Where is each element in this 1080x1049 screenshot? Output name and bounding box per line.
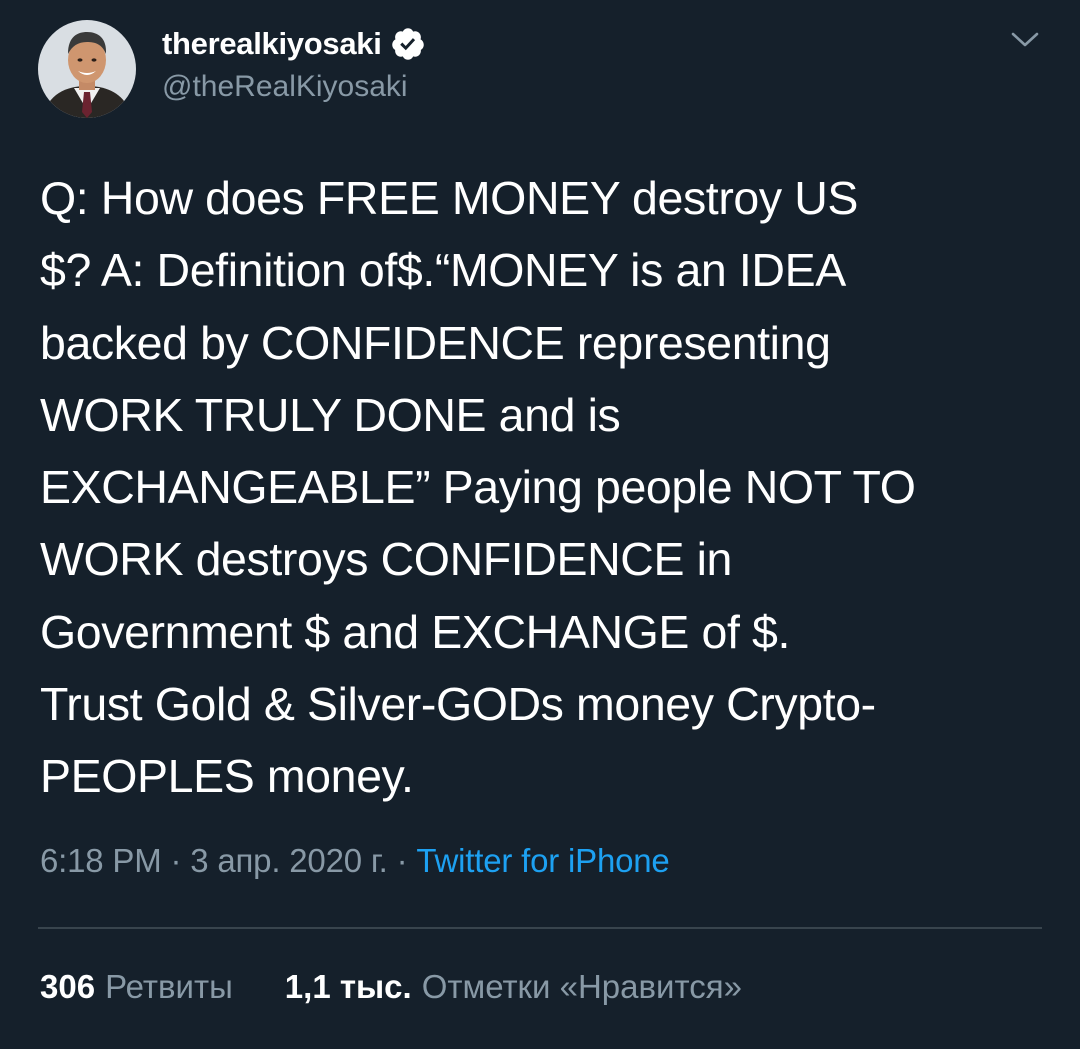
tweet-text-line: $? A: Definition of$.“MONEY is an IDEA [40, 244, 846, 297]
meta-separator: · [387, 842, 417, 879]
tweet-source-link[interactable]: Twitter for iPhone [416, 842, 669, 879]
author-info[interactable]: therealkiyosaki @theRealKiyosaki [162, 22, 426, 104]
likes-label: Отметки «Нравится» [421, 968, 742, 1005]
retweets-count: 306 [40, 968, 96, 1005]
avatar[interactable] [38, 20, 136, 118]
tweet-text: Q: How does FREE MONEY destroy US $? A: … [40, 162, 1050, 813]
tweet-card: therealkiyosaki @theRealKiyosaki Q: How … [0, 0, 1080, 1049]
tweet-text-line: backed by CONFIDENCE representing [40, 316, 831, 369]
tweet-text-line: Trust Gold & Silver-GODs money Crypto- [40, 678, 876, 731]
display-name[interactable]: therealkiyosaki [162, 26, 382, 62]
handle[interactable]: @theRealKiyosaki [162, 70, 426, 104]
divider [38, 927, 1042, 929]
tweet-stats: 306 Ретвиты 1,1 тыс. Отметки «Нравится» [40, 968, 742, 1006]
chevron-down-icon[interactable] [1008, 28, 1042, 52]
tweet-text-line: Q: How does FREE MONEY destroy US [40, 172, 859, 224]
tweet-text-line: Government $ and EXCHANGE of $. [40, 605, 791, 658]
retweets-stat[interactable]: 306 Ретвиты [40, 968, 233, 1006]
tweet-text-line: PEOPLES money. [40, 750, 414, 803]
likes-count: 1,1 тыс. [284, 968, 412, 1005]
tweet-text-line: WORK destroys CONFIDENCE in [40, 533, 732, 586]
name-row: therealkiyosaki [162, 22, 426, 66]
tweet-text-line: EXCHANGEABLE” Paying people NOT TO [40, 461, 916, 514]
verified-badge-icon [390, 26, 426, 62]
meta-separator: · [161, 842, 191, 879]
tweet-time[interactable]: 6:18 PM [40, 842, 162, 879]
avatar-image [38, 20, 136, 118]
tweet-text-line: WORK TRULY DONE and is [40, 388, 621, 441]
tweet-meta: 6:18 PM · 3 апр. 2020 г. · Twitter for i… [40, 842, 670, 880]
retweets-label: Ретвиты [105, 968, 233, 1005]
likes-stat[interactable]: 1,1 тыс. Отметки «Нравится» [285, 968, 742, 1006]
tweet-date[interactable]: 3 апр. 2020 г. [190, 842, 388, 879]
